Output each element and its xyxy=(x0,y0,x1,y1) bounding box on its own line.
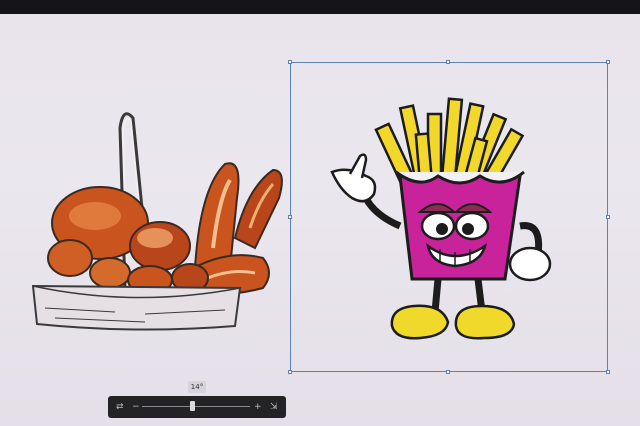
resize-handle-bottom[interactable] xyxy=(446,370,450,374)
design-canvas[interactable]: 14° ⇄ − + ⇲ xyxy=(0,14,640,426)
fit-to-screen-icon[interactable]: ⇲ xyxy=(270,400,278,414)
resize-handle-left[interactable] xyxy=(288,215,292,219)
monitor-bezel xyxy=(0,0,640,14)
zoom-control-bar: ⇄ − + ⇲ xyxy=(108,396,286,418)
resize-handle-bottom-left[interactable] xyxy=(288,370,292,374)
rotation-readout: 14° xyxy=(188,381,206,393)
zoom-in-button[interactable]: + xyxy=(254,400,262,414)
bread-basket-illustration[interactable] xyxy=(25,98,295,338)
resize-handle-top-right[interactable] xyxy=(606,60,610,64)
zoom-slider-track[interactable] xyxy=(142,406,250,407)
resize-handle-top-left[interactable] xyxy=(288,60,292,64)
resize-handle-right[interactable] xyxy=(606,215,610,219)
resize-handle-bottom-right[interactable] xyxy=(606,370,610,374)
swap-arrows-icon[interactable]: ⇄ xyxy=(116,400,124,414)
selection-bounding-box[interactable] xyxy=(288,60,610,374)
zoom-out-button[interactable]: − xyxy=(132,400,140,414)
resize-handle-top[interactable] xyxy=(446,60,450,64)
zoom-slider-thumb[interactable] xyxy=(190,401,195,411)
